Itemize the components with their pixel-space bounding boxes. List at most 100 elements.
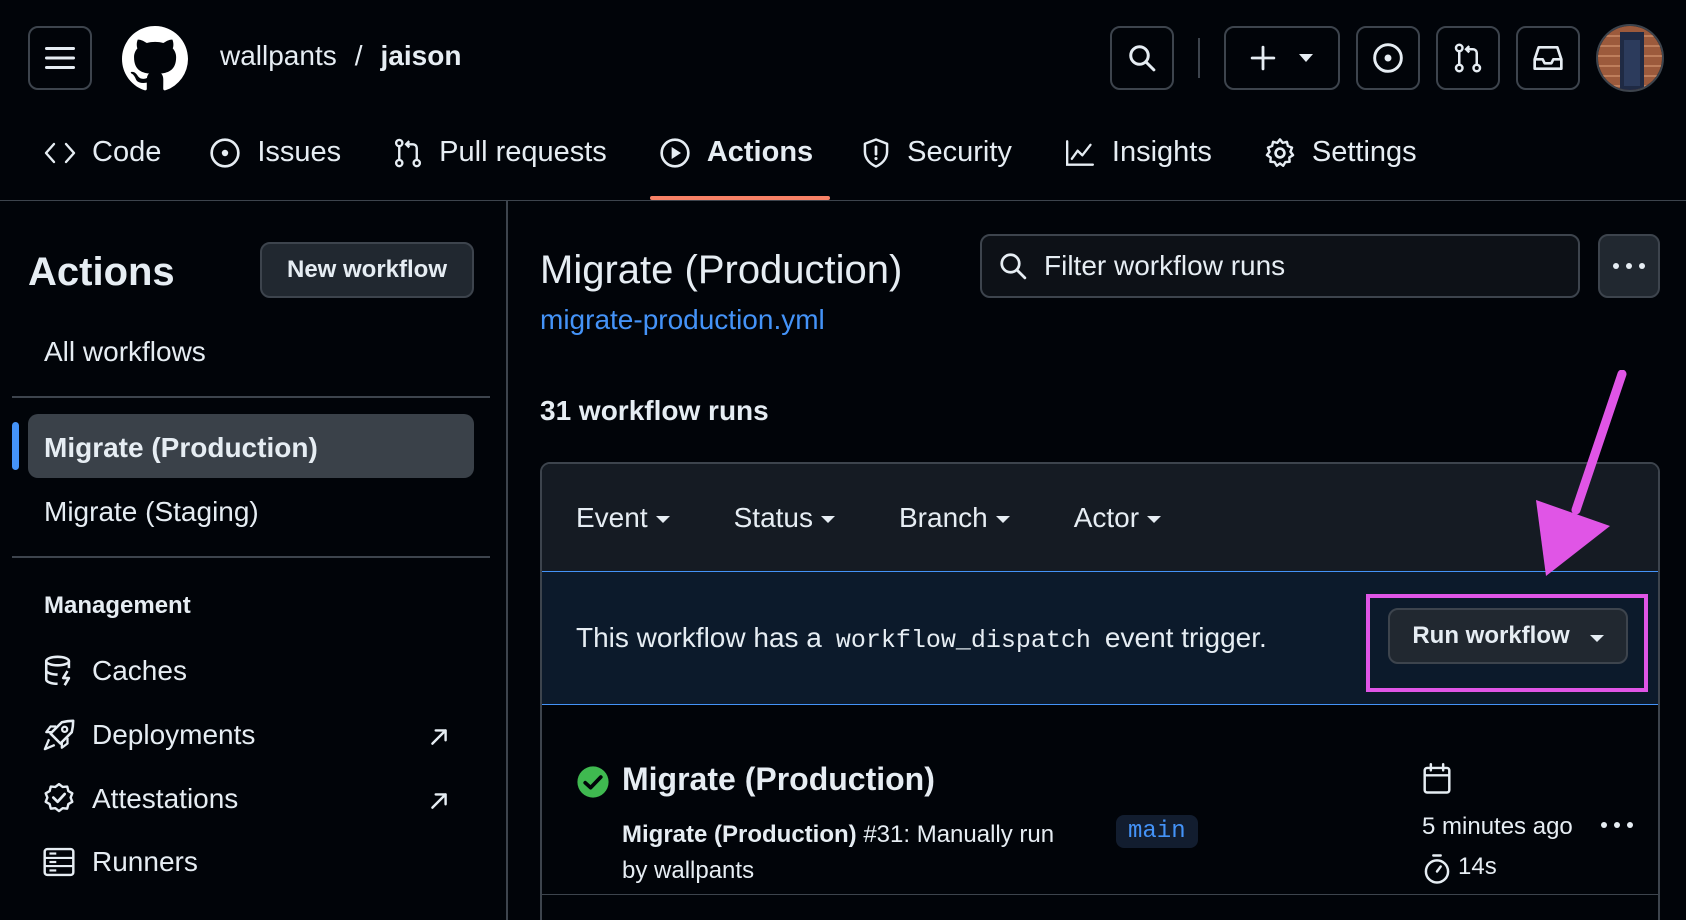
dispatch-prefix: This workflow has a	[576, 622, 822, 653]
tab-actions-label: Actions	[706, 136, 814, 168]
workflow-title: Migrate (Production)	[540, 248, 903, 292]
branch-filter-dropdown[interactable]: Branch	[899, 502, 1010, 534]
tab-security-label: Security	[907, 136, 1012, 168]
breadcrumb: wallpants / jaison	[220, 40, 461, 72]
breadcrumb-owner-link[interactable]: wallpants	[220, 40, 337, 72]
search-button[interactable]	[1110, 26, 1174, 90]
status-filter-label: Status	[733, 501, 813, 533]
sidebar-item-caches[interactable]: Caches	[42, 654, 187, 688]
event-filter-dropdown[interactable]: Event	[576, 502, 670, 534]
breadcrumb-repo-link[interactable]: jaison	[381, 40, 462, 72]
tab-security[interactable]: Security	[861, 126, 1012, 201]
rocket-icon	[43, 719, 75, 751]
arrow-up-right-icon	[431, 729, 447, 745]
sidebar-item-migrate-production[interactable]: Migrate (Production)	[44, 432, 318, 464]
branch-badge[interactable]: main	[1116, 815, 1198, 848]
your-issues-button[interactable]	[1356, 26, 1420, 90]
run-title-link[interactable]: Migrate (Production)	[622, 761, 935, 798]
tab-insights-label: Insights	[1111, 136, 1212, 168]
calendar-icon	[1423, 763, 1451, 794]
sidebar-title: Actions	[28, 250, 175, 294]
dispatch-suffix: event trigger.	[1104, 622, 1267, 653]
tab-pull-requests[interactable]: Pull requests	[393, 126, 607, 201]
run-meta-workflow: Migrate (Production)	[622, 821, 857, 848]
kebab-horizontal-icon[interactable]	[1600, 821, 1634, 829]
workflow-runs-box: Event Status Branch Actor This workflow …	[540, 462, 1660, 920]
run-duration: 14s	[1458, 853, 1497, 880]
run-time-ago: 5 minutes ago	[1422, 813, 1573, 840]
status-filter-dropdown[interactable]: Status	[734, 502, 835, 534]
sidebar-item-runners[interactable]: Runners	[42, 846, 198, 878]
active-tab-indicator	[650, 196, 830, 200]
triangle-down-icon	[655, 516, 670, 523]
tab-actions[interactable]: Actions	[659, 126, 813, 201]
tab-insights[interactable]: Insights	[1064, 126, 1212, 201]
git-pull-request-icon	[395, 138, 422, 167]
workflow-file-link[interactable]: migrate-production.yml	[540, 304, 825, 336]
hamburger-menu-button[interactable]	[28, 26, 92, 90]
your-pull-requests-button[interactable]	[1436, 26, 1500, 90]
actor-filter-label: Actor	[1073, 501, 1140, 533]
dispatch-message: This workflow has a workflow_dispatch ev…	[576, 622, 1267, 655]
run-meta: Migrate (Production) #31: Manually run b…	[622, 817, 1082, 889]
sidebar-item-attestations[interactable]: Attestations	[42, 782, 238, 816]
triangle-down-icon	[1147, 516, 1162, 523]
filter-placeholder: Filter workflow runs	[1044, 250, 1286, 281]
graph-icon	[1065, 139, 1094, 166]
plus-icon	[1250, 45, 1276, 71]
tab-settings[interactable]: Settings	[1264, 126, 1417, 201]
actor-filter-dropdown[interactable]: Actor	[1073, 501, 1162, 534]
tab-code-label: Code	[92, 136, 162, 168]
runs-filter-bar: Event Status Branch Actor	[542, 464, 1658, 572]
breadcrumb-separator: /	[354, 40, 363, 71]
dispatch-code: workflow_dispatch	[835, 626, 1091, 655]
annotation-arrow-icon	[1536, 370, 1627, 576]
github-logo-icon[interactable]	[122, 26, 188, 92]
more-options-button[interactable]	[1598, 234, 1660, 298]
triangle-down-icon	[995, 516, 1010, 523]
kebab-horizontal-icon	[1613, 263, 1645, 269]
hamburger-icon	[45, 47, 75, 69]
inbox-button[interactable]	[1516, 26, 1580, 90]
management-heading: Management	[44, 592, 191, 619]
issue-opened-icon	[210, 137, 240, 168]
tab-code[interactable]: Code	[44, 126, 161, 201]
deployments-label: Deployments	[92, 719, 256, 750]
arrow-up-right-icon	[431, 793, 447, 809]
create-new-button[interactable]	[1224, 26, 1340, 90]
sidebar-divider	[12, 396, 490, 398]
gear-icon	[1265, 137, 1295, 167]
user-avatar[interactable]	[1596, 24, 1664, 92]
tab-settings-label: Settings	[1311, 136, 1417, 168]
sidebar-item-all-workflows[interactable]: All workflows	[44, 336, 206, 368]
sidebar-separator	[506, 201, 508, 920]
issue-opened-icon	[1373, 43, 1403, 73]
verified-icon	[44, 782, 74, 813]
play-icon	[660, 137, 690, 168]
code-icon	[44, 142, 76, 163]
annotation-highlight-box	[1366, 594, 1648, 692]
branch-filter-label: Branch	[899, 501, 988, 533]
new-workflow-button[interactable]: New workflow	[260, 242, 474, 298]
tab-issues[interactable]: Issues	[209, 126, 341, 201]
triangle-down-icon	[821, 516, 835, 523]
top-header: wallpants / jaison Code Issues Pull requ…	[0, 0, 1686, 201]
tab-pull-requests-label: Pull requests	[439, 136, 607, 168]
check-circle-fill-icon	[577, 766, 609, 798]
inbox-icon	[1533, 46, 1563, 70]
search-icon	[1129, 45, 1156, 72]
sidebar-active-indicator	[12, 422, 19, 470]
stopwatch-icon	[1424, 854, 1450, 884]
server-icon	[43, 847, 75, 877]
sidebar-item-deployments[interactable]: Deployments	[42, 718, 255, 752]
database-icon	[44, 655, 71, 686]
sidebar-item-migrate-staging[interactable]: Migrate (Staging)	[44, 496, 259, 528]
search-icon	[1000, 253, 1027, 280]
workflow-run-row[interactable]: Migrate (Production) Migrate (Production…	[542, 705, 1658, 895]
filter-workflow-runs-input[interactable]: Filter workflow runs	[980, 234, 1580, 298]
triangle-down-icon	[1299, 54, 1313, 62]
git-pull-request-icon	[1454, 43, 1482, 73]
attestations-label: Attestations	[92, 783, 239, 814]
workflow-dispatch-banner: This workflow has a workflow_dispatch ev…	[542, 572, 1658, 705]
caches-label: Caches	[92, 655, 187, 686]
